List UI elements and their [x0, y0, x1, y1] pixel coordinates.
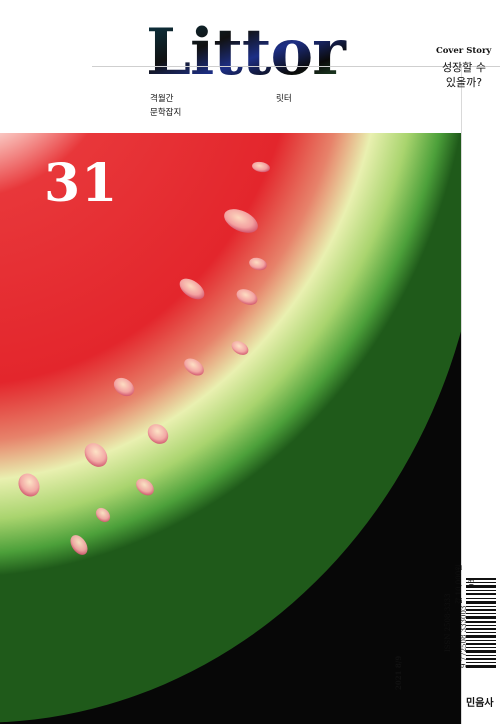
- frequency-label: 격월간: [150, 94, 174, 104]
- cover-story-line-2: 있을까?: [445, 76, 483, 89]
- issue-date: 2021 8/9: [394, 655, 403, 690]
- price-label: 값 10,000원: [455, 564, 463, 604]
- korean-title: 릿터: [276, 94, 292, 104]
- magazine-type: 격월간 문학잡지: [150, 92, 181, 120]
- issn-label: ISSN 2508-3333: [444, 593, 452, 652]
- watermelon-slice-illustration: [0, 133, 461, 724]
- cover-story-line-1: 성장할 수: [442, 61, 486, 74]
- barcode-icon: [466, 578, 496, 668]
- genre-label: 문학잡지: [150, 108, 182, 118]
- cover-story-title: 성장할 수 있을까?: [430, 60, 498, 90]
- magazine-cover: Littor Cover Story 성장할 수 있을까? 격월간 문학잡지 릿…: [0, 0, 500, 724]
- masthead-title: Littor: [146, 15, 347, 88]
- cover-story-kicker: Cover Story: [436, 46, 492, 56]
- issue-number: 31: [44, 153, 119, 214]
- masthead-logo: Littor: [144, 8, 364, 88]
- publisher-logo: 민음사: [466, 698, 494, 709]
